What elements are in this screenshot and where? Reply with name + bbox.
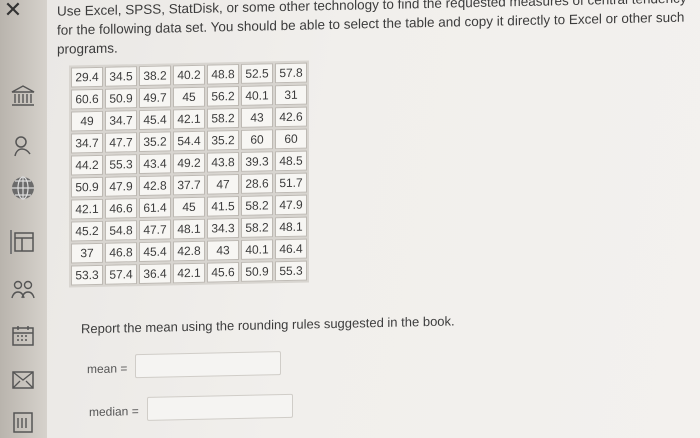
table-cell[interactable]: 50.9 [71, 176, 103, 198]
table-cell[interactable]: 61.4 [139, 197, 171, 219]
table-cell[interactable]: 42.1 [71, 198, 103, 220]
table-cell[interactable]: 50.9 [105, 88, 137, 109]
table-cell[interactable]: 37.7 [173, 174, 205, 196]
table-cell[interactable]: 41.5 [207, 195, 239, 217]
table-cell[interactable]: 40.1 [241, 85, 273, 106]
table-cell[interactable]: 54.4 [173, 130, 205, 152]
table-cell[interactable]: 34.3 [207, 217, 239, 239]
table-cell[interactable]: 45 [173, 196, 205, 218]
table-cell[interactable]: 42.1 [173, 108, 205, 130]
table-cell[interactable]: 46.8 [105, 242, 137, 263]
report-instruction: Report the mean using the rounding rules… [81, 313, 455, 337]
table-cell[interactable]: 52.5 [241, 63, 273, 84]
question-panel: Use Excel, SPSS, StatDisk, or some other… [47, 0, 700, 438]
table-cell[interactable]: 46.6 [105, 198, 137, 219]
table-row: 50.9 47.9 42.8 37.7 47 28.6 51.7 [71, 172, 307, 198]
table-cell[interactable]: 42.1 [173, 262, 205, 284]
book-icon[interactable] [8, 408, 38, 436]
table-cell[interactable]: 55.3 [105, 154, 137, 175]
table-cell[interactable]: 36.4 [139, 263, 171, 285]
table-cell[interactable]: 47.7 [105, 132, 137, 153]
table-cell[interactable]: 42.8 [173, 240, 205, 262]
median-input[interactable] [147, 393, 293, 421]
table-cell[interactable]: 49 [71, 110, 103, 132]
table-cell[interactable]: 45.4 [139, 241, 171, 263]
table-cell[interactable]: 43.8 [207, 151, 239, 173]
table-cell[interactable]: 51.7 [275, 172, 307, 194]
table-cell[interactable]: 58.2 [241, 195, 273, 216]
table-cell[interactable]: 29.4 [71, 66, 103, 88]
left-sidebar: ✕ [0, 0, 47, 438]
table-cell[interactable]: 37 [71, 242, 103, 264]
table-row: 34.7 47.7 35.2 54.4 35.2 60 60 [71, 128, 307, 154]
table-cell[interactable]: 40.2 [173, 64, 205, 86]
table-cell[interactable]: 43.4 [139, 153, 171, 175]
table-cell[interactable]: 40.1 [241, 239, 273, 260]
table-cell[interactable]: 47.9 [275, 194, 307, 216]
table-row: 44.2 55.3 43.4 49.2 43.8 39.3 48.5 [71, 150, 307, 176]
table-cell[interactable]: 43 [207, 239, 239, 261]
data-table[interactable]: 29.4 34.5 38.2 40.2 48.8 52.5 57.8 60.6 50.9 49.7… [69, 60, 309, 288]
table-cell[interactable]: 45.6 [207, 261, 239, 283]
table-cell[interactable]: 45.2 [71, 220, 103, 242]
table-cell[interactable]: 48.5 [275, 150, 307, 172]
table-cell[interactable]: 58.2 [207, 107, 239, 129]
table-cell[interactable]: 34.7 [71, 132, 103, 154]
user-icon[interactable] [8, 132, 38, 160]
table-cell[interactable]: 57.4 [105, 264, 137, 285]
table-cell[interactable]: 28.6 [241, 173, 273, 194]
table-cell[interactable]: 48.8 [207, 63, 239, 85]
table-cell[interactable]: 42.6 [275, 106, 307, 128]
table-cell[interactable]: 44.2 [71, 154, 103, 176]
calendar-icon[interactable] [8, 322, 38, 350]
globe-icon[interactable] [8, 174, 38, 202]
table-cell[interactable]: 48.1 [173, 218, 205, 240]
table-cell[interactable]: 47 [207, 173, 239, 195]
table-cell[interactable]: 45 [173, 86, 205, 108]
table-cell[interactable]: 55.3 [275, 260, 307, 282]
table-cell[interactable]: 58.2 [241, 217, 273, 238]
median-label: median = [89, 404, 139, 420]
bank-icon[interactable] [8, 82, 38, 110]
table-cell[interactable]: 60 [275, 128, 307, 150]
people-icon[interactable] [8, 276, 38, 304]
table-cell[interactable]: 35.2 [207, 129, 239, 151]
table-cell[interactable]: 50.9 [241, 261, 273, 282]
table-cell[interactable]: 46.4 [275, 238, 307, 260]
table-row: 29.4 34.5 38.2 40.2 48.8 52.5 57.8 [71, 62, 307, 88]
table-cell[interactable]: 60 [241, 129, 273, 150]
table-cell[interactable]: 35.2 [139, 131, 171, 153]
close-icon[interactable]: ✕ [2, 0, 24, 22]
table-cell[interactable]: 54.8 [105, 220, 137, 241]
table-row: 42.1 46.6 61.4 45 41.5 58.2 47.9 [71, 194, 307, 220]
table-row: 53.3 57.4 36.4 42.1 45.6 50.9 55.3 [71, 260, 307, 286]
table-cell[interactable]: 34.5 [105, 66, 137, 87]
table-cell[interactable]: 31 [275, 84, 307, 106]
table-row: 37 46.8 45.4 42.8 43 40.1 46.4 [71, 238, 307, 264]
table-cell[interactable]: 43 [241, 107, 273, 128]
table-cell[interactable]: 47.9 [105, 176, 137, 197]
table-cell[interactable]: 48.1 [275, 216, 307, 238]
table-cell[interactable]: 39.3 [241, 151, 273, 172]
table-cell[interactable]: 38.2 [139, 65, 171, 87]
table-cell[interactable]: 34.7 [105, 110, 137, 131]
table-cell[interactable]: 45.4 [139, 109, 171, 131]
table-row: 49 34.7 45.4 42.1 58.2 43 42.6 [71, 106, 307, 132]
mail-icon[interactable] [8, 366, 38, 394]
table-cell[interactable]: 42.8 [139, 175, 171, 197]
table-row: 45.2 54.8 47.7 48.1 34.3 58.2 48.1 [71, 216, 307, 242]
question-instructions: Use Excel, SPSS, StatDisk, or some other… [57, 0, 687, 57]
layout-icon[interactable] [8, 228, 38, 256]
table-cell[interactable]: 49.2 [173, 152, 205, 174]
table-cell[interactable]: 57.8 [275, 62, 307, 84]
table-cell[interactable]: 49.7 [139, 87, 171, 109]
table-cell[interactable]: 53.3 [71, 264, 103, 286]
mean-input[interactable] [135, 351, 281, 379]
table-row: 60.6 50.9 49.7 45 56.2 40.1 31 [71, 84, 307, 110]
table-cell[interactable]: 56.2 [207, 85, 239, 107]
mean-label: mean = [87, 361, 128, 377]
table-cell[interactable]: 47.7 [139, 219, 171, 241]
table-cell[interactable]: 60.6 [71, 88, 103, 110]
